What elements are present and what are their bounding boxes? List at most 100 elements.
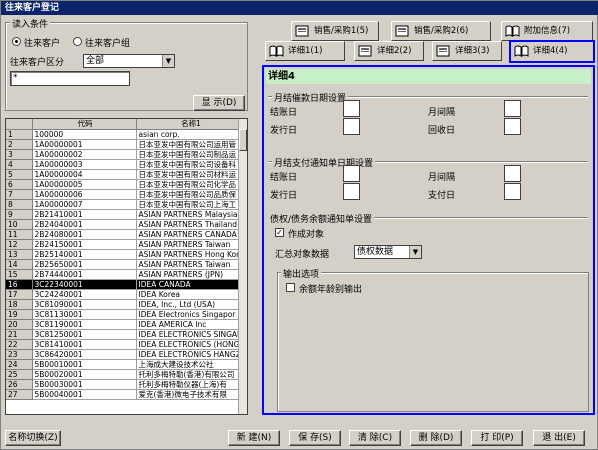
yearly-balance-checkbox[interactable] bbox=[286, 283, 295, 292]
tab-sales-purchase-2[interactable]: 销售/采购2(6) bbox=[391, 21, 491, 41]
code-cell: 2B21410001 bbox=[32, 209, 137, 220]
aggregate-select[interactable]: 债权数据 ▼ bbox=[354, 245, 422, 259]
table-row[interactable]: 15 2B74440001 ASIAN PARTNERS (JPN) bbox=[6, 269, 245, 280]
radio-customer[interactable] bbox=[12, 37, 21, 46]
row-number-cell: 16 bbox=[6, 279, 33, 290]
grid-header-code[interactable]: 代码 bbox=[32, 119, 137, 130]
clear-button[interactable]: 清 除(C) bbox=[349, 430, 401, 446]
table-row[interactable]: 11 2B24080001 ASIAN PARTNERS CANADA bbox=[6, 229, 245, 240]
payment-closing-field[interactable] bbox=[343, 165, 360, 182]
delete-button[interactable]: 删 除(D) bbox=[410, 430, 462, 446]
name-cell: 日本亚发中国有限公司材料运 bbox=[136, 169, 245, 180]
display-button[interactable]: 显 示(D) bbox=[193, 95, 245, 111]
code-cell: 1A00000003 bbox=[32, 159, 137, 170]
customer-registration-window: 往来客户登记 读入条件 往来客户 往来客户组 往来客户区分 全部 ▼ * 显 示… bbox=[0, 0, 598, 450]
tab-detail-4[interactable]: 详细4(4) bbox=[509, 40, 595, 63]
name-cell: IDEA Electronics Singapor bbox=[136, 309, 245, 320]
table-row[interactable]: 12 2B24150001 ASIAN PARTNERS Taiwan bbox=[6, 239, 245, 250]
table-row[interactable]: 233C86420001IDEA ELECTRONICS HANGZHOU bbox=[6, 349, 245, 360]
output-options-title: 输出选项 bbox=[281, 267, 322, 280]
row-number-cell: 23 bbox=[6, 349, 33, 360]
table-row[interactable]: 2 1A00000001 日本亚发中国有限公司运用管 bbox=[6, 139, 245, 150]
table-row[interactable]: 24 5B00010001 上海成大建设技术公社 bbox=[6, 359, 245, 370]
grid-header-row: 代码 名称1 bbox=[6, 119, 245, 130]
table-row[interactable]: 20 3C81190001 IDEA AMERICA Inc bbox=[6, 319, 245, 330]
target-checkbox[interactable]: ✓ bbox=[275, 228, 284, 237]
code-cell: 1A00000005 bbox=[32, 179, 137, 190]
code-cell: 5B00010001 bbox=[32, 359, 137, 370]
tab-sales-purchase-2-label: 销售/采购2(6) bbox=[414, 26, 469, 36]
table-row[interactable]: 19 3C81130001 IDEA Electronics Singapor bbox=[6, 309, 245, 320]
save-button[interactable]: 保 存(S) bbox=[289, 430, 341, 446]
search-input[interactable]: * bbox=[10, 71, 130, 86]
name-cell: 日本亚发中国有限公司运用管 bbox=[136, 139, 245, 150]
name-cell: 日本亚发中国有限公司制品运 bbox=[136, 149, 245, 160]
tab-sales-purchase-1[interactable]: 销售/采购1(5) bbox=[291, 21, 379, 41]
name-cell: 日本亚发中国有限公司上海工 bbox=[136, 199, 245, 210]
name-cell: ASIAN PARTNERS Hong Kong bbox=[136, 249, 245, 260]
code-cell: 2B74440001 bbox=[32, 269, 137, 280]
exit-button[interactable]: 退 出(E) bbox=[533, 430, 585, 446]
table-row[interactable]: 3 1A00000002 日本亚发中国有限公司制品运 bbox=[6, 149, 245, 160]
radio-customer-group[interactable] bbox=[73, 37, 82, 46]
table-row[interactable]: 8 1A00000007 日本亚发中国有限公司上海工 bbox=[6, 199, 245, 210]
table-row[interactable]: 22 3C81410001 IDEA ELECTRONICS (HONGKON bbox=[6, 339, 245, 350]
grid-scrollbar-thumb[interactable] bbox=[239, 129, 247, 151]
grid-scrollbar[interactable] bbox=[238, 119, 247, 414]
code-cell: 3C81250001 bbox=[32, 329, 137, 340]
tab-detail-4-label: 详细4(4) bbox=[533, 46, 568, 56]
table-row[interactable]: 27 5B00040001 爱克(香港)微电子技术有限 bbox=[6, 389, 245, 400]
grid-header-name[interactable]: 名称1 bbox=[136, 119, 245, 130]
table-row[interactable]: 13 2B25140001 ASIAN PARTNERS Hong Kong bbox=[6, 249, 245, 260]
aggregate-label: 汇总对象数据 bbox=[275, 250, 330, 260]
dunning-closing-field[interactable] bbox=[343, 100, 360, 117]
tab-additional-info[interactable]: 附加信息(7) bbox=[501, 21, 593, 41]
row-number-cell: 5 bbox=[6, 169, 33, 180]
chevron-down-icon[interactable]: ▼ bbox=[409, 246, 421, 258]
payment-issue-field[interactable] bbox=[343, 183, 360, 200]
table-row[interactable]: 17 3C24240001 IDEA Korea bbox=[6, 289, 245, 300]
code-cell: 1A00000001 bbox=[32, 139, 137, 150]
tab-detail-1[interactable]: 详细1(1) bbox=[265, 41, 345, 61]
payment-pay-field[interactable] bbox=[504, 183, 521, 200]
new-button[interactable]: 新 建(N) bbox=[228, 430, 280, 446]
table-row[interactable]: 14 2B25650001 ASIAN PARTNERS Taiwan bbox=[6, 259, 245, 270]
payment-interval-field[interactable] bbox=[504, 165, 521, 182]
code-cell: 2B24040001 bbox=[32, 219, 137, 230]
code-cell: 1A00000004 bbox=[32, 169, 137, 180]
dunning-interval-field[interactable] bbox=[504, 100, 521, 117]
code-cell: 5B00040001 bbox=[32, 389, 137, 400]
table-row[interactable]: 21 3C81250001 IDEA ELECTRONICS SINGAPOR bbox=[6, 329, 245, 340]
table-row[interactable]: 4 1A00000003 日本亚发中国有限公司设备科 bbox=[6, 159, 245, 170]
table-row[interactable]: 25 5B00020001 托利多梅特勒(香港)有限公司 bbox=[6, 369, 245, 380]
row-number-cell: 12 bbox=[6, 239, 33, 250]
tab-detail-3[interactable]: 详细3(3) bbox=[432, 41, 502, 61]
tab-detail-2[interactable]: 详细2(2) bbox=[354, 41, 424, 61]
row-number-cell: 27 bbox=[6, 389, 33, 400]
table-row[interactable]: 10 2B24040001 ASIAN PARTNERS Thailand bbox=[6, 219, 245, 230]
print-button[interactable]: 打 印(P) bbox=[471, 430, 523, 446]
table-row[interactable]: 18 3C81090001 IDEA, Inc., Ltd (USA) bbox=[6, 299, 245, 310]
dunning-collect-field[interactable] bbox=[504, 118, 521, 135]
table-row[interactable]: 9 2B21410001 ASIAN PARTNERS Malaysia bbox=[6, 209, 245, 220]
switch-name-button[interactable]: 名称切换(Z) bbox=[5, 430, 61, 446]
name-cell: ASIAN PARTNERS CANADA bbox=[136, 229, 245, 240]
chevron-down-icon[interactable]: ▼ bbox=[162, 55, 174, 67]
row-number-cell: 1 bbox=[6, 129, 33, 140]
table-row[interactable]: 16 3C22340001 IDEA CANADA bbox=[6, 279, 245, 290]
code-cell: 2B24150001 bbox=[32, 239, 137, 250]
table-row[interactable]: 6 1A00000005 日本亚发中国有限公司化学品 bbox=[6, 179, 245, 190]
category-select[interactable]: 全部 ▼ bbox=[83, 54, 175, 68]
code-cell: 3C22340001 bbox=[32, 279, 137, 290]
customer-grid[interactable]: 代码 名称1 1 100000 asian corp. 2 1A00000001 日本亚发… bbox=[5, 118, 248, 415]
row-number-cell: 17 bbox=[6, 289, 33, 300]
table-row[interactable]: 26 5B00030001 托利多梅特勒仪器(上海)有 bbox=[6, 379, 245, 390]
table-row[interactable]: 5 1A00000004 日本亚发中国有限公司材料运 bbox=[6, 169, 245, 180]
table-row[interactable]: 1 100000 asian corp. bbox=[6, 129, 245, 140]
radio-customer-label: 往来客户 bbox=[24, 39, 61, 49]
detail4-header: 详细4 bbox=[266, 69, 591, 84]
table-row[interactable]: 7 1A00000006 日本亚发中国有限公司品质保 bbox=[6, 189, 245, 200]
row-number-cell: 24 bbox=[6, 359, 33, 370]
dunning-issue-field[interactable] bbox=[343, 118, 360, 135]
row-number-cell: 21 bbox=[6, 329, 33, 340]
